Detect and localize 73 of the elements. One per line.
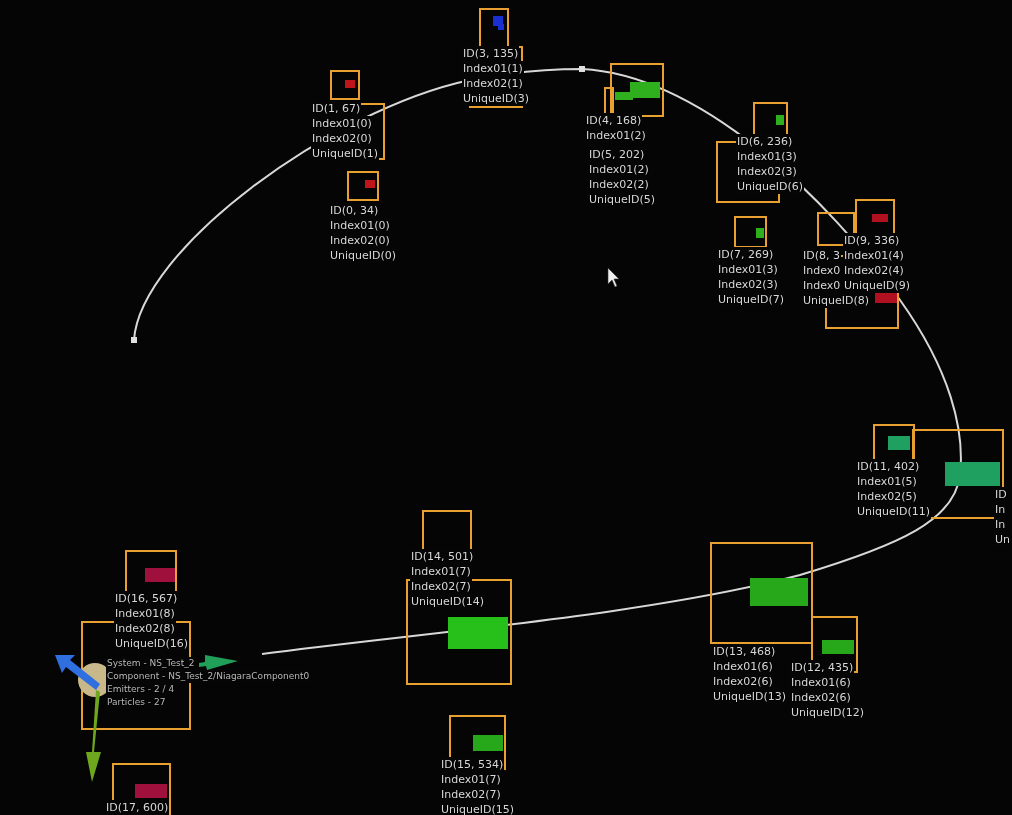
particle-attribute-text: Index01(4) xyxy=(843,248,905,263)
particle-attribute-text: Index02(4) xyxy=(843,263,905,278)
particle-attribute-text: UniqueID(13) xyxy=(712,689,788,704)
particle-attribute-text: UniqueID(7) xyxy=(717,292,786,307)
particle-attribute-text: UniqueID(8) xyxy=(802,293,871,308)
particle-attribute-text: Index01(6) xyxy=(712,659,774,674)
particle-attribute-text: Index02(8) xyxy=(114,621,176,636)
component-info-text: System - NS_Test_2 xyxy=(106,657,196,670)
particle-attribute-text: Index02(2) xyxy=(588,177,650,192)
particle-attribute-text: Index0 xyxy=(802,278,842,293)
particle-attribute-text: ID(5, 202) xyxy=(588,147,646,162)
particle-attribute-text: ID(17, 600) xyxy=(105,800,170,815)
component-info-text: Emitters - 2 / 4 xyxy=(106,683,176,696)
particle-attribute-text: UniqueID(16) xyxy=(114,636,190,651)
particle-attribute-text: Index01(5) xyxy=(856,474,918,489)
particle-attribute-text: Index01(0) xyxy=(311,116,373,131)
particle-attribute-text: ID(6, 236) xyxy=(736,134,794,149)
particle-attribute-text: ID(4, 168) xyxy=(585,113,643,128)
particle-attribute-text: Index01(2) xyxy=(588,162,650,177)
particle-attribute-text: UniqueID(9) xyxy=(843,278,912,293)
particle-attribute-text: Index01(6) xyxy=(790,675,852,690)
bounding-box xyxy=(330,70,360,100)
particle-attribute-text: Index02(0) xyxy=(311,131,373,146)
bounding-box xyxy=(734,216,767,248)
particle-attribute-text: Index02(5) xyxy=(856,489,918,504)
particle-attribute-text: UniqueID(15) xyxy=(440,802,516,815)
particle-attribute-text: ID(1, 67) xyxy=(311,101,362,116)
particle-attribute-text: ID(13, 468) xyxy=(712,644,777,659)
particle-attribute-text: Index01(3) xyxy=(717,262,779,277)
particle-attribute-text: UniqueID(14) xyxy=(410,594,486,609)
particle-attribute-text: UniqueID(6) xyxy=(736,179,805,194)
cursor-icon xyxy=(607,267,620,288)
particle-attribute-text: Index02(3) xyxy=(736,164,798,179)
particle-attribute-text: ID(8, 3 xyxy=(802,248,841,263)
spline-point xyxy=(579,66,585,72)
particle-attribute-text: ID(15, 534) xyxy=(440,757,505,772)
particle-attribute-text: Index02(6) xyxy=(712,674,774,689)
particle-attribute-text: Index01(3) xyxy=(736,149,798,164)
particle-attribute-text: ID(12, 435) xyxy=(790,660,855,675)
particle-attribute-text: Index01(7) xyxy=(440,772,502,787)
particle-attribute-text: Index02(0) xyxy=(329,233,391,248)
particle-attribute-text: UniqueID(11) xyxy=(856,504,932,519)
particle-attribute-text: ID(11, 402) xyxy=(856,459,921,474)
particle-attribute-text: Index02(7) xyxy=(440,787,502,802)
particle-attribute-text: Index01(0) xyxy=(329,218,391,233)
particle-attribute-text: ID(16, 567) xyxy=(114,591,179,606)
particle-attribute-text: Index01(1) xyxy=(462,61,524,76)
particle-attribute-text: ID xyxy=(994,487,1008,502)
particle-attribute-text: Index01(2) xyxy=(585,128,647,143)
particle-attribute-text: Index01(8) xyxy=(114,606,176,621)
particle-attribute-text: Index02(1) xyxy=(462,76,524,91)
particle-attribute-text: UniqueID(5) xyxy=(588,192,657,207)
particle-attribute-text: UniqueID(0) xyxy=(329,248,398,263)
particle-attribute-text: UniqueID(12) xyxy=(790,705,866,720)
particle-attribute-text: Index02(3) xyxy=(717,277,779,292)
particle-attribute-text: Index0 xyxy=(802,263,842,278)
particle-attribute-text: ID(0, 34) xyxy=(329,203,380,218)
axis-arrow[interactable] xyxy=(55,655,100,690)
particle-attribute-text: ID(9, 336) xyxy=(843,233,901,248)
particle-attribute-text: ID(14, 501) xyxy=(410,549,475,564)
bounding-box xyxy=(347,171,379,201)
particle-attribute-text: UniqueID(3) xyxy=(462,91,531,106)
component-info-text: Component - NS_Test_2/NiagaraComponent0 xyxy=(106,670,311,683)
particle-attribute-text: Index01(7) xyxy=(410,564,472,579)
axis-arrow[interactable] xyxy=(199,655,238,670)
particle-attribute-text: In xyxy=(994,502,1007,517)
particle-attribute-text: Index02(6) xyxy=(790,690,852,705)
particle-attribute-text: UniqueID(1) xyxy=(311,146,380,161)
axis-arrow[interactable] xyxy=(86,690,101,782)
particle-attribute-text: Index02(7) xyxy=(410,579,472,594)
particle-attribute-text: ID(7, 269) xyxy=(717,247,775,262)
spline-point xyxy=(131,337,137,343)
particle-attribute-text: ID(3, 135) xyxy=(462,46,520,61)
